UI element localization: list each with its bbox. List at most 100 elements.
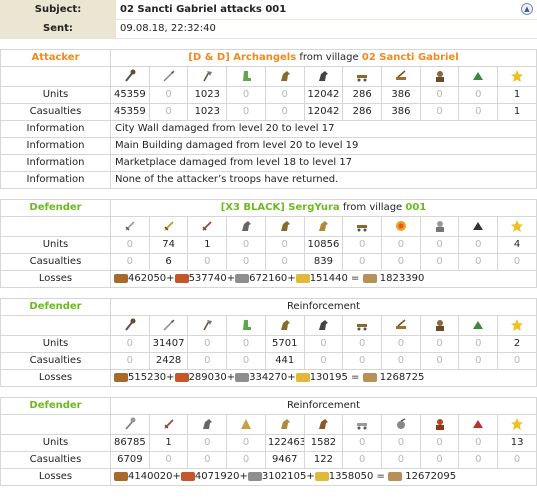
unit-count: 0	[458, 334, 499, 353]
unit-count: 12042	[303, 85, 344, 104]
chief-icon	[419, 215, 460, 237]
defender-role-label: Defender	[0, 198, 111, 217]
settler-icon	[458, 65, 499, 87]
attacker-player-link[interactable]: [D & D] Archangels	[188, 52, 296, 63]
collapse-icon[interactable]: ▲	[521, 3, 533, 15]
unit-count: 0	[226, 433, 266, 452]
defender-losses-row: Losses 462050+ 537740+ 672160+ 151440 = 182…	[0, 269, 537, 288]
unit-count: 0	[187, 334, 228, 353]
total-resources-icon	[388, 471, 403, 481]
casualty-count: 0	[381, 450, 421, 469]
casualty-count: 0	[381, 351, 421, 370]
casualty-count: 0	[419, 351, 460, 370]
from-village-text: from village	[299, 52, 359, 63]
horse-icon	[303, 65, 344, 87]
casualty-count: 0	[497, 351, 537, 370]
unit-count: 0	[148, 85, 189, 104]
defender-unit-icons	[0, 215, 537, 237]
unit-count: 0	[226, 235, 266, 254]
horse-icon	[303, 215, 344, 237]
unit-count: 0	[342, 235, 383, 254]
casualty-count: 0	[187, 252, 228, 271]
clay-loss: 289030+	[188, 372, 236, 383]
units-label: Units	[0, 85, 111, 104]
ram-icon	[342, 413, 383, 435]
unit-count: 0	[110, 334, 150, 353]
unit-count: 122463	[264, 433, 305, 452]
attacker-table: Attacker [D & D] Archangels from village…	[0, 48, 537, 189]
clay-loss: 4071920+	[194, 471, 248, 482]
attacker-village-link[interactable]: 02 Sancti Gabriel	[362, 52, 459, 63]
casualty-count: 0	[458, 252, 499, 271]
casualty-count: 0	[187, 351, 228, 370]
defender-casualties-row: Casualties 0 6 0 0 0 839 0 0 0 0 0	[0, 252, 537, 271]
defender-village-link[interactable]: 001	[405, 202, 426, 213]
casualty-count: 2428	[148, 351, 189, 370]
reinforcement-losses-row: Losses 515230+ 289030+ 334270+ 130195 = 126…	[0, 368, 537, 387]
casualty-count: 1023	[187, 102, 228, 121]
attacker-role-label: Attacker	[0, 48, 111, 67]
casualty-count: 0	[458, 351, 499, 370]
catapult-icon	[381, 314, 421, 336]
iron-loss: 334270+	[249, 372, 296, 383]
reinforcement-table: Defender Reinforcement Units 0 31407 0 0…	[0, 297, 537, 387]
total-resources-icon	[362, 273, 377, 283]
crop-icon	[314, 471, 329, 481]
casualty-count: 839	[303, 252, 344, 271]
info-text: City Wall damaged from level 20 to level…	[110, 119, 537, 138]
hero-icon	[497, 413, 537, 435]
unit-count: 74	[148, 235, 189, 254]
crop-loss: 130195 =	[309, 372, 360, 383]
chief-icon	[419, 413, 460, 435]
unit-count: 0	[381, 334, 421, 353]
casualty-count: 386	[381, 102, 421, 121]
casualty-count: 6	[148, 252, 189, 271]
hero-icon	[497, 215, 537, 237]
unit-count: 0	[303, 334, 344, 353]
casualty-count: 9467	[264, 450, 305, 469]
defender-table: Defender [X3 BLACK] SergYura from villag…	[0, 198, 537, 288]
catapult-icon	[381, 413, 421, 435]
unit-count: 0	[419, 85, 460, 104]
crop-loss: 151440 =	[309, 273, 360, 284]
wood-loss: 4140020+	[128, 471, 181, 482]
losses-label: Losses	[0, 467, 111, 486]
defender-role-label: Defender	[0, 396, 111, 415]
axe-icon	[187, 65, 228, 87]
settler-icon	[458, 413, 499, 435]
info-text: None of the attacker’s troops have retur…	[110, 170, 537, 189]
boot-icon	[226, 65, 266, 87]
defender-player-link[interactable]: [X3 BLACK] SergYura	[221, 202, 340, 213]
catapult-icon	[381, 215, 421, 237]
casualty-count: 1	[497, 102, 537, 121]
attacker-units-row: Units 45359 0 1023 0 0 12042 286 386 0 0…	[0, 85, 537, 104]
losses-value: 4140020+ 4071920+ 3102105+ 1358050 = 126720…	[110, 467, 537, 486]
casualty-count: 0	[342, 450, 383, 469]
catapult-icon	[381, 65, 421, 87]
reinforcement-table: Defender Reinforcement Units 86785 1 0 0…	[0, 396, 537, 486]
casualty-count: 0	[458, 450, 499, 469]
casualty-count: 12042	[303, 102, 344, 121]
scout-icon	[226, 413, 266, 435]
unit-count: 1	[187, 235, 228, 254]
total-resources-icon	[362, 372, 377, 382]
mace-icon	[110, 413, 150, 435]
subject-text: 02 Sancti Gabriel attacks 001	[120, 3, 287, 15]
casualty-count: 0	[419, 102, 460, 121]
attacker-unit-icons	[0, 65, 537, 87]
casualty-count: 0	[342, 252, 383, 271]
units-label: Units	[0, 334, 111, 353]
info-label: Information	[0, 153, 111, 172]
casualties-label: Casualties	[0, 102, 111, 121]
ram-icon	[342, 65, 383, 87]
attacker-casualties-row: Casualties 45359 0 1023 0 0 12042 286 38…	[0, 102, 537, 121]
horse-icon	[303, 413, 344, 435]
unit-count: 286	[342, 85, 383, 104]
boot-icon	[226, 314, 266, 336]
clay-icon	[174, 372, 189, 382]
casualty-count: 0	[419, 450, 460, 469]
casualty-count: 0	[264, 252, 305, 271]
unit-count: 31407	[148, 334, 189, 353]
casualty-count: 0	[110, 252, 150, 271]
casualties-label: Casualties	[0, 351, 111, 370]
